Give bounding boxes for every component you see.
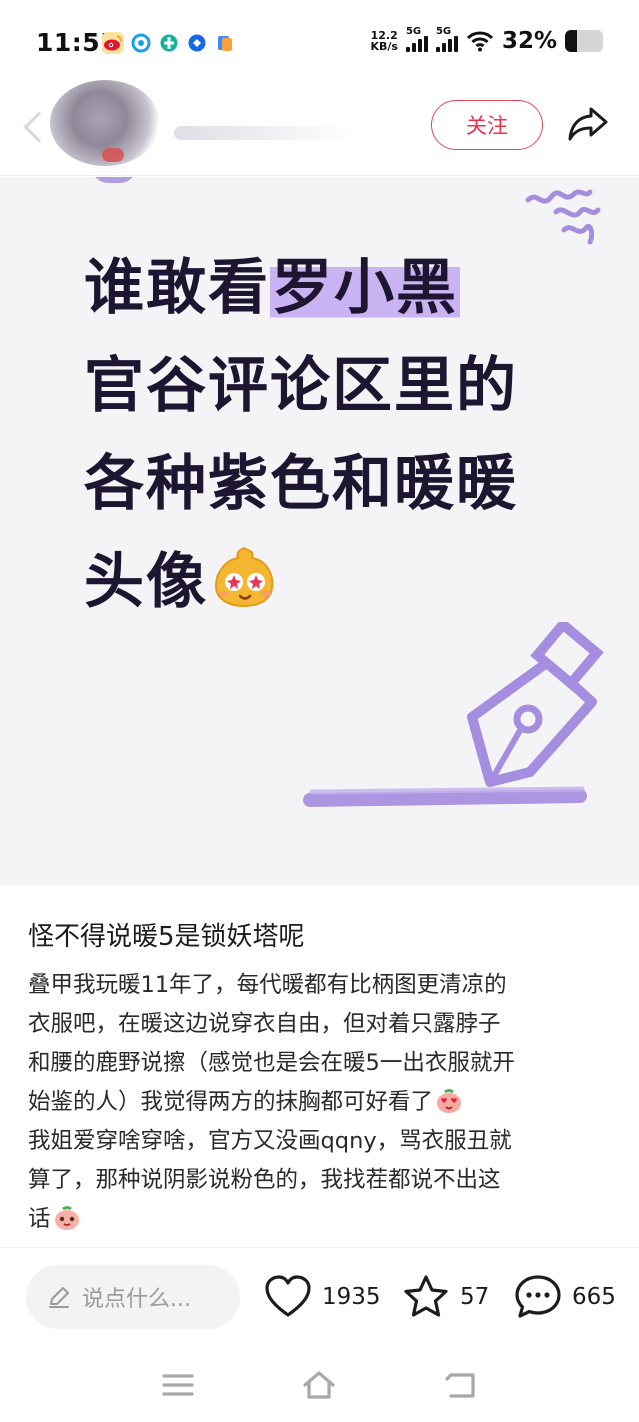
starry-eyes-emoji-icon xyxy=(214,546,274,608)
network-speed: 12.2 KB/s xyxy=(370,29,398,53)
back-and-author[interactable] xyxy=(23,80,354,166)
comment-input[interactable]: 说点什么... xyxy=(26,1265,240,1329)
star-icon xyxy=(404,1275,448,1317)
battery-icon xyxy=(565,30,603,52)
avatar-badge xyxy=(102,148,124,162)
like-count: 1935 xyxy=(322,1284,381,1310)
comments-button[interactable]: 665 xyxy=(514,1272,616,1322)
comment-placeholder: 说点什么... xyxy=(82,1287,191,1312)
post-line: 叠甲我玩暖11年了，每代暖都有比柄图更清凉的 xyxy=(28,972,507,998)
peach-face-emoji-icon xyxy=(54,1206,79,1230)
wifi-icon xyxy=(466,31,493,52)
files-icon xyxy=(214,32,236,54)
hero-highlight: 罗小黑 xyxy=(270,253,460,323)
follow-button[interactable]: 关注 xyxy=(431,100,543,150)
hero-text: 谁敢看罗小黑 官谷评论区里的 各种紫色和暖暖 头像 xyxy=(84,239,604,631)
post-line: 话 xyxy=(28,1200,618,1239)
post-title: 怪不得说暖5是锁妖塔呢 xyxy=(28,922,305,952)
notification-icons xyxy=(102,32,236,54)
pencil-icon xyxy=(49,1287,69,1308)
hero-line-4: 头像 xyxy=(84,533,604,631)
status-right: 12.2 KB/s 5G 5G 32% xyxy=(370,26,603,54)
menu-icon[interactable] xyxy=(160,1368,196,1402)
hero-line-3: 各种紫色和暖暖 xyxy=(84,449,518,519)
signal-1-icon: 5G xyxy=(405,26,428,52)
home-icon[interactable] xyxy=(301,1368,337,1402)
system-nav-bar xyxy=(0,1350,639,1422)
comment-count: 665 xyxy=(572,1284,616,1310)
weibo-icon xyxy=(102,32,124,54)
heart-icon xyxy=(265,1275,311,1317)
collect-button[interactable]: 57 xyxy=(402,1272,489,1322)
post-line: 算了，那种说阴影说粉色的，我找茬都说不出这 xyxy=(28,1167,501,1193)
blue-app-icon xyxy=(186,32,208,54)
ticket-app-icon xyxy=(158,32,180,54)
share-icon[interactable] xyxy=(566,104,610,144)
post-header: 关注 xyxy=(0,80,639,176)
like-button[interactable]: 1935 xyxy=(264,1272,381,1322)
post-line: 和腰的鹿野说擦（感觉也是会在暖5一出衣服就开 xyxy=(28,1050,515,1076)
decor-blob xyxy=(92,177,136,183)
post-line: 我姐爱穿啥穿啥，官方又没画qqny，骂衣服丑就 xyxy=(28,1128,512,1154)
browser-icon xyxy=(130,32,152,54)
post-line: 始鉴的人）我觉得两方的抹胸都可好看了 xyxy=(28,1083,618,1122)
fountain-pen-doodle-icon xyxy=(303,622,604,807)
post-body: 叠甲我玩暖11年了，每代暖都有比柄图更清凉的 衣服吧，在暖这边说穿衣自由，但对着… xyxy=(28,966,618,1239)
status-bar: 11:55 12.2 KB/s 5G 5G 32% xyxy=(0,0,639,86)
back-icon[interactable] xyxy=(443,1368,479,1402)
hero-line-1: 谁敢看罗小黑 xyxy=(84,253,460,323)
star-count: 57 xyxy=(460,1284,490,1310)
divider xyxy=(0,1247,639,1248)
post-image[interactable]: 谁敢看罗小黑 官谷评论区里的 各种紫色和暖暖 头像 xyxy=(0,177,639,885)
author-name-redacted[interactable] xyxy=(174,126,354,140)
battery-percent: 32% xyxy=(501,28,557,54)
signal-2-icon: 5G xyxy=(435,26,458,52)
comment-bubble-icon xyxy=(515,1275,561,1318)
post-line: 衣服吧，在暖这边说穿衣自由，但对着只露脖子 xyxy=(28,1011,501,1037)
love-face-emoji-icon xyxy=(437,1089,462,1113)
hero-line-2: 官谷评论区里的 xyxy=(84,351,518,421)
